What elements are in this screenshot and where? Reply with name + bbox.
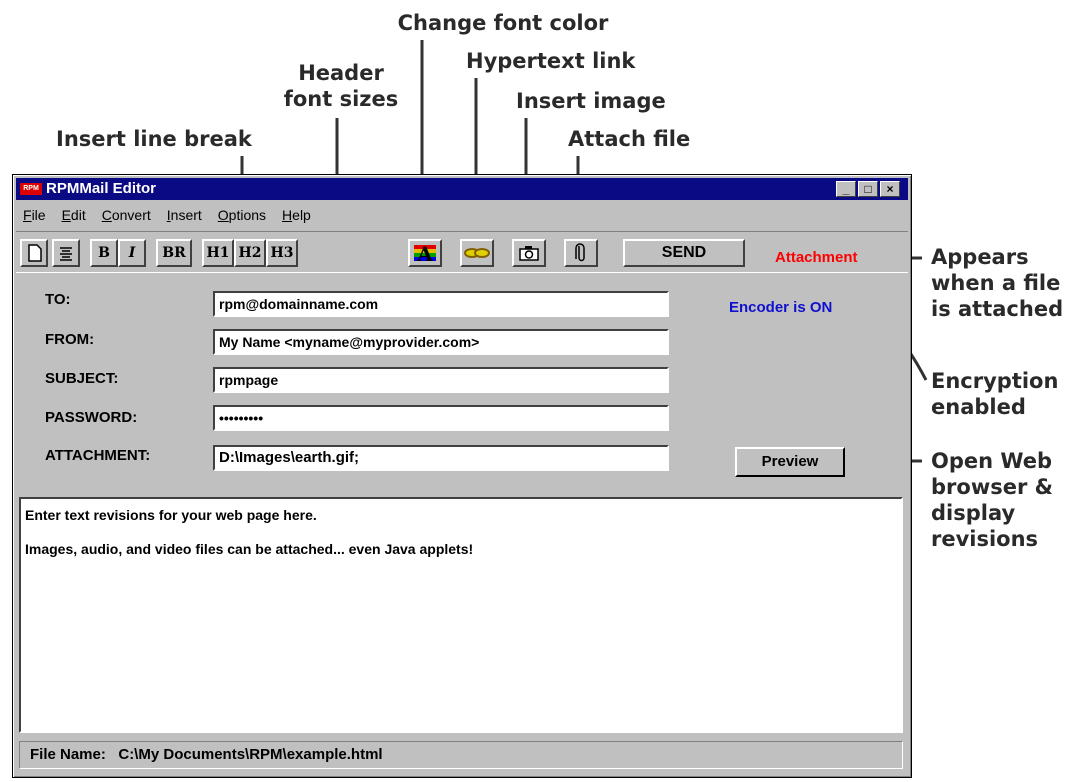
maximize-button[interactable]: □ [858,181,878,197]
italic-button[interactable]: I [118,239,146,267]
title-bar[interactable]: RPM RPMMail Editor _ □ × [16,178,908,200]
paperclip-icon [575,243,585,262]
callout-open-web-line3: display [931,501,1016,525]
file-name-text: File Name: C:\My Documents\RPM\example.h… [30,746,383,763]
callout-header-line1: Header [298,61,384,85]
body-line-1: Enter text revisions for your web page h… [25,507,317,523]
font-color-button[interactable]: A [408,239,442,267]
callout-appears: Appears when a file is attached [931,244,1063,322]
callout-open-web: Open Web browser & display revisions [931,448,1053,552]
password-field[interactable]: ••••••••• [213,405,669,431]
close-button[interactable]: × [880,181,900,197]
chain-link-icon [464,248,490,258]
callout-hypertext-link: Hypertext link [466,49,636,73]
insert-image-button[interactable] [512,239,546,267]
hyperlink-button[interactable] [460,239,494,267]
callout-appears-line3: is attached [931,297,1064,321]
callout-header-line2: font sizes [283,87,399,111]
callout-appears-line2: when a file [931,271,1061,295]
message-body[interactable]: Enter text revisions for your web page h… [19,497,903,733]
callout-encryption: Encryption enabled [931,368,1058,420]
callout-attach-file: Attach file [568,127,691,151]
attachment-indicator: Attachment [775,249,858,266]
align-center-icon [60,247,72,261]
menu-edit[interactable]: Edit [62,203,86,227]
h2-button[interactable]: H2 [234,239,266,267]
callout-open-web-line4: revisions [931,527,1039,551]
callout-insert-line-break: Insert line break [56,127,252,151]
preview-button[interactable]: Preview [735,447,845,477]
callout-open-web-line2: browser & [931,475,1053,499]
subject-label: SUBJECT: [45,370,119,387]
font-color-icon: A [414,242,436,266]
attachment-label: ATTACHMENT: [45,447,151,464]
app-icon: RPM [20,183,42,195]
menu-insert[interactable]: Insert [167,203,202,227]
attach-file-button[interactable] [564,239,598,267]
rpmmail-editor-window: RPM RPMMail Editor _ □ × File Edit Convert… [12,174,912,778]
new-document-button[interactable] [20,239,48,267]
new-document-icon [28,244,42,262]
status-bar: File Name: C:\My Documents\RPM\example.h… [19,741,903,769]
callout-appears-line1: Appears [931,245,1029,269]
callout-open-web-line1: Open Web [931,449,1053,473]
line-break-button[interactable]: BR [156,239,192,267]
body-line-2: Images, audio, and video files can be at… [25,541,474,557]
menu-convert[interactable]: Convert [102,203,151,227]
bold-button[interactable]: B [90,239,118,267]
callout-header-font-sizes: Header font sizes [266,60,416,112]
svg-text:A: A [416,242,433,265]
menu-file[interactable]: File [23,203,46,227]
subject-field[interactable]: rpmpage [213,367,669,393]
to-label: TO: [45,291,71,308]
menu-help[interactable]: Help [282,203,311,227]
send-button[interactable]: SEND [623,239,745,267]
center-align-button[interactable] [52,239,80,267]
encoder-status: Encoder is ON [729,299,833,316]
menu-bar: File Edit Convert Insert Options Help [16,203,320,227]
attachment-field[interactable]: D:\Images\earth.gif; [213,445,669,471]
from-field[interactable]: My Name <myname@myprovider.com> [213,329,669,355]
callout-change-font-color: Change font color [397,11,609,35]
password-label: PASSWORD: [45,409,138,426]
callout-encryption-line1: Encryption [931,369,1059,393]
menu-options[interactable]: Options [218,203,266,227]
window-title: RPMMail Editor [46,180,157,197]
camera-icon [519,246,539,261]
from-label: FROM: [45,331,95,348]
callout-encryption-line2: enabled [931,395,1026,419]
h1-button[interactable]: H1 [202,239,234,267]
to-field[interactable]: rpm@domainname.com [213,291,669,317]
minimize-button[interactable]: _ [836,181,856,197]
callout-insert-image: Insert image [516,89,666,113]
h3-button[interactable]: H3 [266,239,298,267]
